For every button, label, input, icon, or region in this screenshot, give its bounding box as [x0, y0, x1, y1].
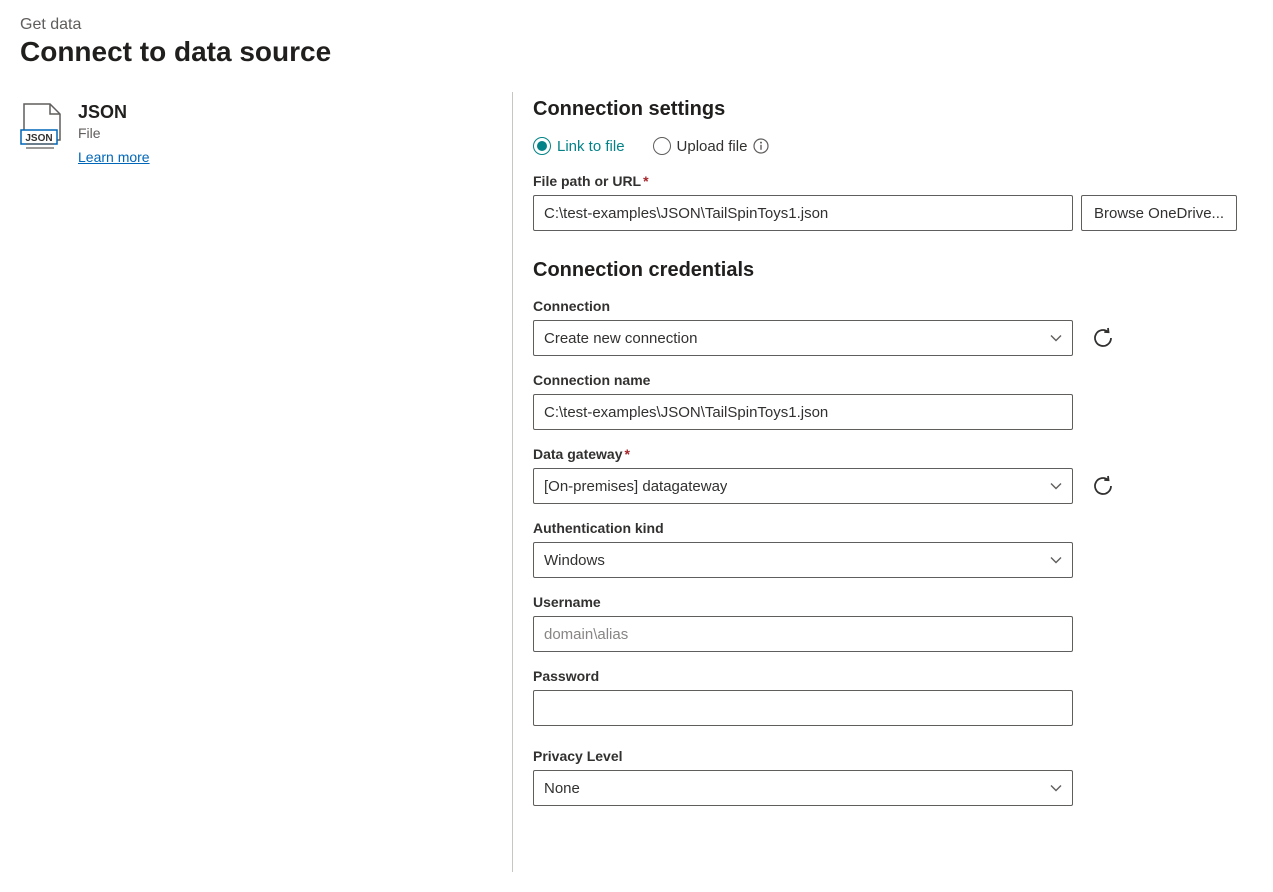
- connection-name-input[interactable]: [533, 394, 1073, 430]
- radio-upload-label: Upload file: [677, 138, 748, 155]
- connection-credentials-heading: Connection credentials: [533, 259, 1253, 282]
- data-gateway-select[interactable]: [On-premises] datagateway: [533, 468, 1073, 504]
- privacy-level-value: None: [544, 780, 580, 797]
- radio-link-label: Link to file: [557, 138, 625, 155]
- browse-onedrive-button[interactable]: Browse OneDrive...: [1081, 195, 1237, 231]
- data-gateway-value: [On-premises] datagateway: [544, 478, 727, 495]
- json-file-icon: JSON: [20, 102, 64, 150]
- refresh-icon[interactable]: [1091, 326, 1115, 350]
- column-divider: [512, 92, 513, 872]
- breadcrumb: Get data: [20, 16, 1253, 34]
- source-type: File: [78, 125, 150, 141]
- svg-text:JSON: JSON: [25, 133, 52, 144]
- source-title: JSON: [78, 102, 150, 123]
- connection-name-label: Connection name: [533, 372, 1253, 388]
- learn-more-link[interactable]: Learn more: [78, 149, 150, 165]
- refresh-icon[interactable]: [1091, 474, 1115, 498]
- authentication-kind-value: Windows: [544, 552, 605, 569]
- data-gateway-label: Data gateway*: [533, 446, 1253, 462]
- required-asterisk: *: [643, 173, 648, 189]
- radio-indicator-icon: [533, 137, 551, 155]
- privacy-level-select[interactable]: None: [533, 770, 1073, 806]
- username-label: Username: [533, 594, 1253, 610]
- username-input[interactable]: [533, 616, 1073, 652]
- radio-upload-file[interactable]: Upload file: [653, 137, 770, 155]
- connection-select-value: Create new connection: [544, 330, 697, 347]
- info-icon[interactable]: [753, 138, 769, 154]
- connection-select[interactable]: Create new connection: [533, 320, 1073, 356]
- chevron-down-icon: [1050, 782, 1062, 794]
- authentication-kind-select[interactable]: Windows: [533, 542, 1073, 578]
- connection-label: Connection: [533, 298, 1253, 314]
- connection-settings-heading: Connection settings: [533, 98, 1253, 121]
- password-label: Password: [533, 668, 1253, 684]
- radio-indicator-icon: [653, 137, 671, 155]
- authentication-kind-label: Authentication kind: [533, 520, 1253, 536]
- password-input[interactable]: [533, 690, 1073, 726]
- file-path-input[interactable]: [533, 195, 1073, 231]
- chevron-down-icon: [1050, 332, 1062, 344]
- file-path-label: File path or URL*: [533, 173, 1253, 189]
- chevron-down-icon: [1050, 554, 1062, 566]
- required-asterisk: *: [624, 446, 629, 462]
- page-title: Connect to data source: [20, 36, 1253, 68]
- chevron-down-icon: [1050, 480, 1062, 492]
- privacy-level-label: Privacy Level: [533, 748, 1253, 764]
- radio-link-to-file[interactable]: Link to file: [533, 137, 625, 155]
